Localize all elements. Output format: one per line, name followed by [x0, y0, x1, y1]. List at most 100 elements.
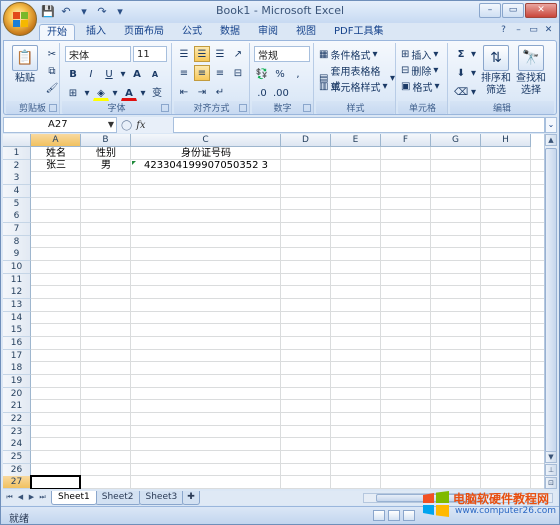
- alignment-launcher-icon[interactable]: [239, 104, 247, 112]
- row-header-7[interactable]: 7: [3, 223, 31, 237]
- row-header-27[interactable]: 27: [3, 476, 31, 489]
- row-header-10[interactable]: 10: [3, 261, 31, 275]
- sheet-tab-sheet1[interactable]: Sheet1: [51, 491, 97, 505]
- sort-filter-button[interactable]: ⇅ 排序和 筛选: [480, 45, 512, 97]
- normal-view-icon[interactable]: [373, 510, 385, 521]
- insert-sheet-icon[interactable]: ✚: [182, 491, 200, 505]
- column-header-a[interactable]: A: [31, 134, 81, 147]
- align-left-icon[interactable]: ≡: [176, 65, 192, 81]
- fill-color-icon[interactable]: ◈: [93, 85, 109, 101]
- font-color-dropdown-icon[interactable]: ▾: [139, 85, 147, 101]
- currency-icon[interactable]: 💱: [254, 66, 270, 82]
- tab-insert[interactable]: 插入: [79, 24, 113, 41]
- cell-c1[interactable]: 身份证号码: [131, 148, 281, 160]
- prev-sheet-icon[interactable]: ◀: [16, 492, 25, 503]
- conditional-format-button[interactable]: ▦ 条件格式 ▾: [319, 47, 377, 62]
- column-header-d[interactable]: D: [281, 134, 331, 147]
- row-header-4[interactable]: 4: [3, 185, 31, 198]
- last-sheet-icon[interactable]: ⏭: [38, 492, 47, 503]
- sheet-tab-sheet3[interactable]: Sheet3: [138, 491, 185, 505]
- select-all-corner[interactable]: [3, 134, 31, 147]
- vertical-scrollbar[interactable]: ▲ ▼ ⊥ ⊡: [544, 134, 557, 489]
- copy-icon[interactable]: ⧉: [44, 63, 60, 79]
- fill-icon[interactable]: ⬇: [453, 65, 469, 81]
- column-header-e[interactable]: E: [331, 134, 381, 147]
- border-icon[interactable]: ⊞: [65, 85, 81, 101]
- tab-home[interactable]: 开始: [39, 24, 75, 41]
- delete-cells-button[interactable]: ⊟ 删除 ▾: [401, 63, 438, 78]
- row-header-25[interactable]: 25: [3, 451, 31, 465]
- row-header-22[interactable]: 22: [3, 413, 31, 427]
- number-format-select[interactable]: 常规: [254, 46, 310, 62]
- row-header-5[interactable]: 5: [3, 197, 31, 211]
- italic-button[interactable]: I: [83, 66, 99, 82]
- active-cell-selection[interactable]: [30, 475, 81, 489]
- align-right-icon[interactable]: ≡: [212, 65, 228, 81]
- align-top-icon[interactable]: ☰: [176, 46, 192, 62]
- scroll-down-icon[interactable]: ▼: [545, 451, 557, 463]
- align-center-icon[interactable]: ≡: [194, 65, 210, 81]
- shrink-font-button[interactable]: A: [147, 66, 163, 82]
- row-header-21[interactable]: 21: [3, 400, 31, 414]
- underline-dropdown-icon[interactable]: ▾: [119, 66, 127, 82]
- merge-center-icon[interactable]: ⊟: [230, 65, 246, 81]
- row-header-8[interactable]: 8: [3, 235, 31, 249]
- increase-indent-icon[interactable]: ⇥: [194, 84, 210, 100]
- tab-formulas[interactable]: 公式: [175, 24, 209, 41]
- row-header-3[interactable]: 3: [3, 172, 31, 186]
- insert-function-button[interactable]: fx: [136, 120, 145, 131]
- column-header-f[interactable]: F: [381, 134, 431, 147]
- row-header-6[interactable]: 6: [3, 210, 31, 224]
- row-header-24[interactable]: 24: [3, 438, 31, 452]
- format-cells-button[interactable]: ▣ 格式 ▾: [401, 79, 439, 94]
- grow-font-button[interactable]: A: [129, 66, 145, 82]
- comma-button[interactable]: ,: [290, 66, 306, 82]
- clipboard-launcher-icon[interactable]: [49, 104, 57, 112]
- percent-button[interactable]: %: [272, 66, 288, 82]
- clear-icon[interactable]: ⌫: [453, 84, 469, 100]
- find-select-button[interactable]: 🔭 查找和 选择: [514, 45, 548, 97]
- font-launcher-icon[interactable]: [161, 104, 169, 112]
- tab-view[interactable]: 视图: [289, 24, 323, 41]
- align-bottom-icon[interactable]: ☰: [212, 46, 228, 62]
- paste-button[interactable]: 📋 粘贴: [8, 45, 42, 85]
- formula-expand-icon[interactable]: ⌄: [545, 117, 557, 133]
- name-box[interactable]: A27 ▼: [3, 117, 117, 133]
- column-header-h[interactable]: H: [481, 134, 531, 147]
- fill-dropdown-icon[interactable]: ▾: [111, 85, 119, 101]
- restore-button[interactable]: ▭: [502, 3, 524, 18]
- increase-decimal-icon[interactable]: .0: [254, 85, 270, 101]
- scroll-up-icon[interactable]: ▲: [545, 134, 557, 146]
- orientation-icon[interactable]: ↗: [230, 46, 246, 62]
- font-name-select[interactable]: 宋体: [65, 46, 131, 62]
- first-sheet-icon[interactable]: ⏮: [5, 492, 14, 503]
- doc-restore-button[interactable]: ▭: [527, 24, 540, 37]
- tab-review[interactable]: 审阅: [251, 24, 285, 41]
- border-dropdown-icon[interactable]: ▾: [83, 85, 91, 101]
- tab-page-layout[interactable]: 页面布局: [117, 24, 171, 41]
- row-header-14[interactable]: 14: [3, 311, 31, 325]
- cell-b1[interactable]: 性别: [81, 148, 131, 160]
- cell-a2[interactable]: 张三: [31, 160, 81, 172]
- row-header-26[interactable]: 26: [3, 463, 31, 477]
- formula-input[interactable]: [173, 117, 545, 133]
- close-button[interactable]: ✕: [525, 3, 557, 18]
- column-header-g[interactable]: G: [431, 134, 481, 147]
- autosum-button[interactable]: Σ: [453, 46, 469, 62]
- help-icon[interactable]: ?: [497, 24, 510, 37]
- page-break-view-icon[interactable]: [403, 510, 415, 521]
- row-header-17[interactable]: 17: [3, 349, 31, 363]
- column-header-c[interactable]: C: [131, 134, 281, 147]
- row-header-19[interactable]: 19: [3, 375, 31, 389]
- vertical-scroll-thumb[interactable]: [545, 148, 557, 458]
- font-size-select[interactable]: 11: [133, 46, 167, 62]
- wrap-text-icon[interactable]: ↵: [212, 84, 228, 100]
- minimize-button[interactable]: –: [479, 3, 501, 18]
- cell-a1[interactable]: 姓名: [31, 148, 81, 160]
- tab-data[interactable]: 数据: [213, 24, 247, 41]
- row-header-2[interactable]: 2: [3, 159, 31, 173]
- decrease-decimal-icon[interactable]: .00: [272, 85, 289, 101]
- worksheet-grid[interactable]: A B C D E F G H 1 2 3 4 5 6 7 8 9 10 11 12 13 14 15 16 17 18 19 20 2…: [3, 134, 544, 489]
- office-button[interactable]: [3, 2, 37, 36]
- sheet-tab-sheet2[interactable]: Sheet2: [94, 491, 141, 505]
